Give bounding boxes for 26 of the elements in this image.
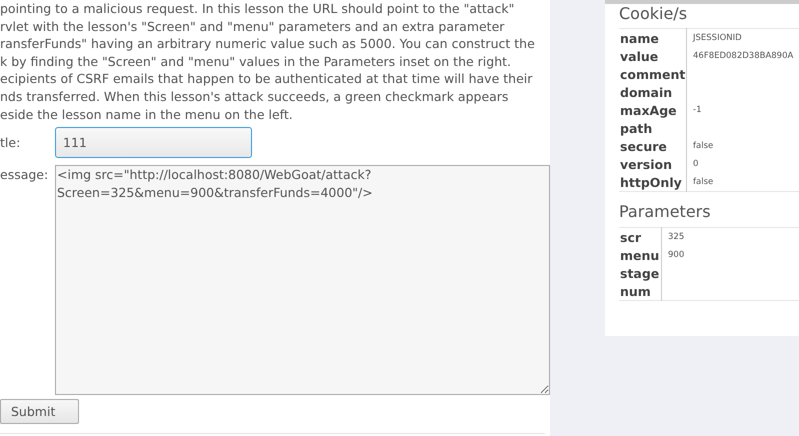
cookie-value-cell: -1: [686, 101, 799, 119]
submit-button[interactable]: Submit: [0, 399, 79, 424]
cookie-name-cell: domain: [619, 83, 686, 101]
lesson-text: pointing to a malicious request. In this lesson the URL should point to the "attack": [0, 0, 516, 18]
cookies-heading: Cookie/s: [619, 4, 688, 25]
cookie-name-cell: path: [619, 119, 686, 137]
cookie-name-cell: value: [619, 47, 686, 65]
cookie-name-cell: httpOnly: [619, 173, 686, 192]
cookie-value-cell: false: [686, 173, 799, 192]
lesson-text: k by finding the "Screen" and "menu" values in the Parameters inset on the right.: [0, 52, 512, 70]
parameters-heading: Parameters: [619, 202, 712, 223]
lesson-text: rvlet with the lesson's "Screen" and "menu" parameters and an extra parameter: [0, 18, 506, 36]
title-label: tle:: [0, 135, 22, 150]
cookie-value-cell: JSESSIONID: [686, 28, 799, 47]
title-input[interactable]: 111: [55, 127, 252, 158]
cookie-name-cell: version: [619, 155, 686, 173]
parameter-value-cell: 325: [662, 228, 799, 246]
lesson-text: ecipients of CSRF emails that happen to be authenticated at that time will have their: [0, 70, 534, 88]
message-textarea[interactable]: <img src="http://localhost:8080/WebGoat/attack?Screen=325&menu=900&transferFunds=4000"/>: [55, 165, 550, 396]
parameter-name-cell: num: [619, 282, 662, 300]
message-label: essage:: [0, 166, 50, 184]
lesson-text: eside the lesson name in the menu on the left.: [0, 106, 294, 124]
lesson-text: nds transferred. When this lesson's attack succeeds, a green checkmark appears: [0, 88, 510, 106]
cookie-value-cell: false: [686, 137, 799, 155]
parameter-name-cell: menu: [619, 246, 662, 264]
lesson-text: ransferFunds" having an arbitrary numeric value such as 5000. You can construct the: [0, 35, 536, 53]
